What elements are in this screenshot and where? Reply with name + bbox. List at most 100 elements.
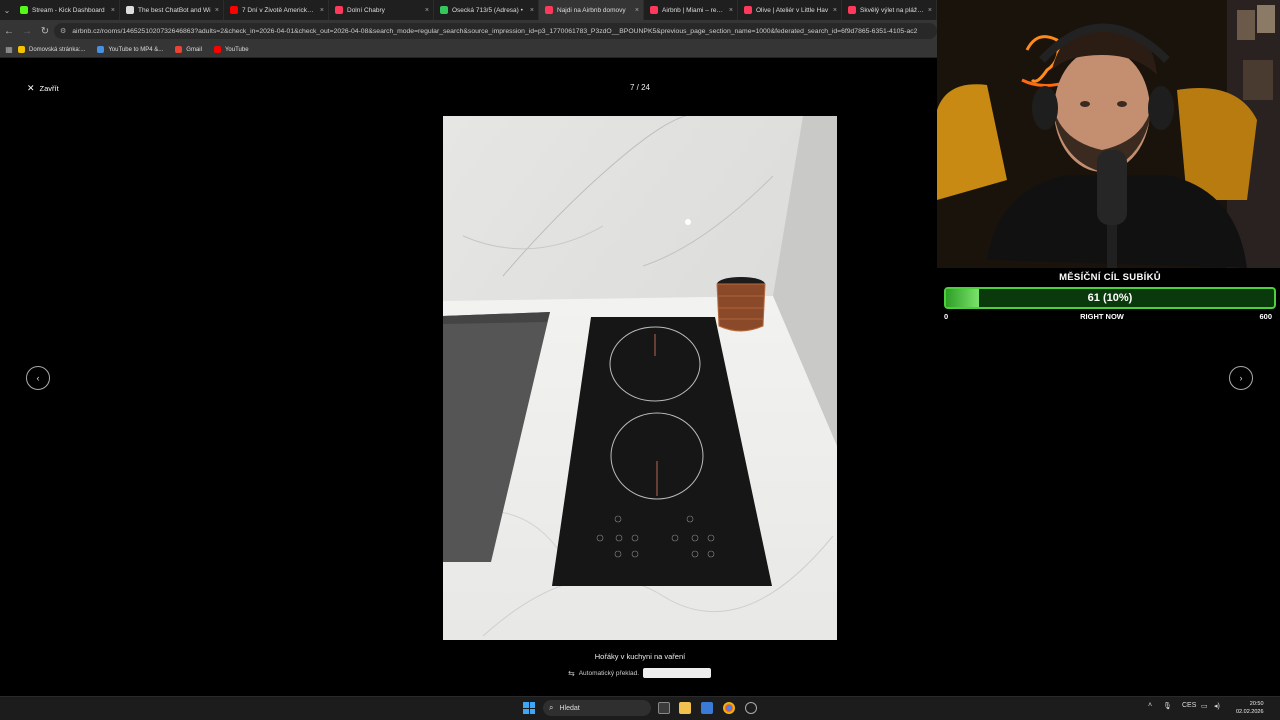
- browser-tab[interactable]: Olive | Ateliér v Little Hav ×: [738, 0, 842, 20]
- auto-translate-notice: ⇆ Automatický překlad.: [568, 668, 712, 678]
- chevron-left-icon: ‹: [36, 373, 40, 383]
- tab-close-icon[interactable]: ×: [928, 7, 932, 14]
- microphone-icon[interactable]: 🎙: [1163, 702, 1172, 710]
- tab-favicon-icon: [650, 6, 658, 14]
- tray-chevron-up-icon[interactable]: ˄: [1148, 702, 1152, 709]
- screen: ⌄ Stream - Kick Dashboard × The best ChatB…: [0, 0, 1280, 720]
- tab-label: Najdi na Airbnb domovy: [557, 6, 626, 14]
- reload-button[interactable]: ↻: [36, 20, 54, 42]
- tab-label: Stream - Kick Dashboard: [32, 6, 105, 14]
- settings-gear-icon[interactable]: [745, 702, 757, 714]
- close-icon: ✕: [27, 83, 35, 93]
- cooktop-photo-image: [443, 116, 837, 640]
- input-language[interactable]: CES: [1182, 702, 1196, 709]
- bookmark-item[interactable]: Domovská stránka:...: [18, 46, 85, 53]
- bookmark-favicon-icon: [175, 46, 183, 53]
- browser-tab[interactable]: Dolní Chabry ×: [329, 0, 434, 20]
- tab-favicon-icon: [20, 6, 28, 14]
- browser-window: ⌄ Stream - Kick Dashboard × The best ChatB…: [0, 0, 937, 696]
- browser-tab[interactable]: 7 Dní v Životě Amerického ×: [224, 0, 329, 20]
- tab-favicon-icon: [744, 6, 752, 14]
- next-photo-button[interactable]: ›: [1229, 366, 1253, 390]
- bookmark-item[interactable]: YouTube: [213, 46, 249, 53]
- tab-favicon-icon: [440, 6, 448, 14]
- auto-translate-label: Automatický překlad.: [578, 669, 640, 677]
- show-original-button[interactable]: [643, 668, 712, 678]
- tab-label: The best ChatBot and Wi: [138, 6, 211, 14]
- file-explorer-icon[interactable]: [679, 702, 691, 714]
- photo-counter: 7 / 24: [629, 83, 650, 92]
- tab-close-icon[interactable]: ×: [111, 7, 115, 14]
- clock-time: 20:50: [1249, 701, 1264, 707]
- subs-goal-mid-label: RIGHT NOW: [1080, 312, 1124, 321]
- tab-label: Airbnb | Miami – rekreačr: [662, 6, 725, 14]
- tab-bar: ⌄ Stream - Kick Dashboard × The best ChatB…: [0, 0, 937, 20]
- windows-start-icon[interactable]: [523, 702, 535, 714]
- tab-label: Osecká 713/5 (Adresa) •: [452, 6, 523, 14]
- bookmarks-bar: ▦ Domovská stránka:... YouTube to MP4 &..…: [0, 42, 937, 58]
- tab-close-icon[interactable]: ×: [833, 7, 837, 14]
- task-view-icon[interactable]: [658, 702, 670, 714]
- search-icon: ⌕: [549, 703, 554, 712]
- tab-label: Dolní Chabry: [347, 6, 385, 14]
- tab-label: Skvělý výlet na pláž - By: [860, 6, 924, 14]
- bookmark-label: Domovská stránka:...: [29, 46, 86, 53]
- browser-tab[interactable]: Stream - Kick Dashboard ×: [14, 0, 120, 20]
- tab-favicon-icon: [335, 6, 343, 14]
- bookmark-item[interactable]: YouTube to MP4 &...: [97, 46, 163, 53]
- browser-tab[interactable]: Airbnb | Miami – rekreačr ×: [644, 0, 738, 20]
- tab-close-icon[interactable]: ×: [320, 7, 324, 14]
- address-bar: ← → ↻ ⚙ airbnb.cz/rooms/1465251020732646…: [0, 20, 937, 42]
- tab-close-icon[interactable]: ×: [729, 7, 733, 14]
- tab-favicon-icon: [126, 6, 134, 14]
- tab-close-icon[interactable]: ×: [530, 7, 534, 14]
- bookmark-favicon-icon: [97, 46, 105, 53]
- bookmark-favicon-icon: [18, 46, 25, 53]
- tab-favicon-icon: [230, 6, 238, 14]
- translate-icon: ⇆: [568, 668, 575, 678]
- tab-favicon-icon: [545, 6, 553, 14]
- bookmark-label: YouTube to MP4 &...: [108, 46, 164, 53]
- volume-icon[interactable]: ◂): [1214, 702, 1220, 710]
- url-field[interactable]: ⚙ airbnb.cz/rooms/1465251020732646863?ad…: [54, 23, 937, 39]
- windows-taskbar: ⌕ Hledat ˄ 🎙 CES ▭ ◂) 20:50 02.02.2026: [0, 696, 1280, 720]
- back-button[interactable]: ←: [0, 20, 18, 42]
- subs-goal-progress-bar: 61 (10%): [944, 287, 1276, 309]
- subs-goal-min: 0: [944, 312, 949, 321]
- tab-close-icon[interactable]: ×: [215, 7, 219, 14]
- tab-close-icon[interactable]: ×: [425, 7, 429, 14]
- browser-tab[interactable]: The best ChatBot and Wi ×: [120, 0, 224, 20]
- chevron-right-icon: ›: [1239, 373, 1243, 383]
- taskbar-search-placeholder: Hledat: [559, 704, 580, 712]
- store-icon[interactable]: [701, 702, 713, 714]
- webcam-feed: [937, 0, 1280, 268]
- tab-label: Olive | Ateliér v Little Hav: [756, 6, 829, 14]
- apps-grid-icon[interactable]: ▦: [0, 45, 18, 54]
- previous-photo-button[interactable]: ‹: [26, 366, 50, 390]
- site-info-icon[interactable]: ⚙: [60, 27, 66, 35]
- forward-button[interactable]: →: [18, 20, 36, 42]
- subs-goal-max: 600: [1259, 312, 1272, 321]
- photo-caption: Hořáky v kuchyni na vaření: [594, 652, 686, 661]
- tab-close-icon[interactable]: ×: [635, 7, 639, 14]
- tab-search-icon[interactable]: ⌄: [0, 0, 14, 20]
- streamer-webcam-image: [937, 0, 1280, 268]
- browser-tab[interactable]: Skvělý výlet na pláž - By ×: [842, 0, 937, 20]
- subs-goal-current: 61 (10%): [1087, 292, 1133, 304]
- clock-date: 02.02.2026: [1236, 709, 1264, 715]
- url-text: airbnb.cz/rooms/1465251020732646863?adul…: [72, 27, 918, 35]
- chrome-icon[interactable]: [723, 702, 735, 714]
- clock[interactable]: 20:50 02.02.2026: [1236, 700, 1264, 716]
- taskbar-search[interactable]: ⌕ Hledat: [543, 700, 651, 716]
- close-label: Zavřít: [39, 84, 59, 93]
- browser-tab[interactable]: Osecká 713/5 (Adresa) • ×: [434, 0, 539, 20]
- browser-tab[interactable]: Najdi na Airbnb domovy ×: [539, 0, 644, 20]
- close-button[interactable]: ✕ Zavřít: [27, 83, 59, 94]
- tab-favicon-icon: [848, 6, 856, 14]
- network-icon[interactable]: ▭: [1201, 702, 1208, 710]
- subs-goal-title: MĚSÍČNÍ CÍL SUBÍKŮ: [1059, 272, 1161, 283]
- bookmark-favicon-icon: [213, 46, 221, 53]
- bookmark-label: Gmail: [186, 46, 202, 53]
- listing-photo: [443, 116, 837, 640]
- bookmark-item[interactable]: Gmail: [175, 46, 202, 53]
